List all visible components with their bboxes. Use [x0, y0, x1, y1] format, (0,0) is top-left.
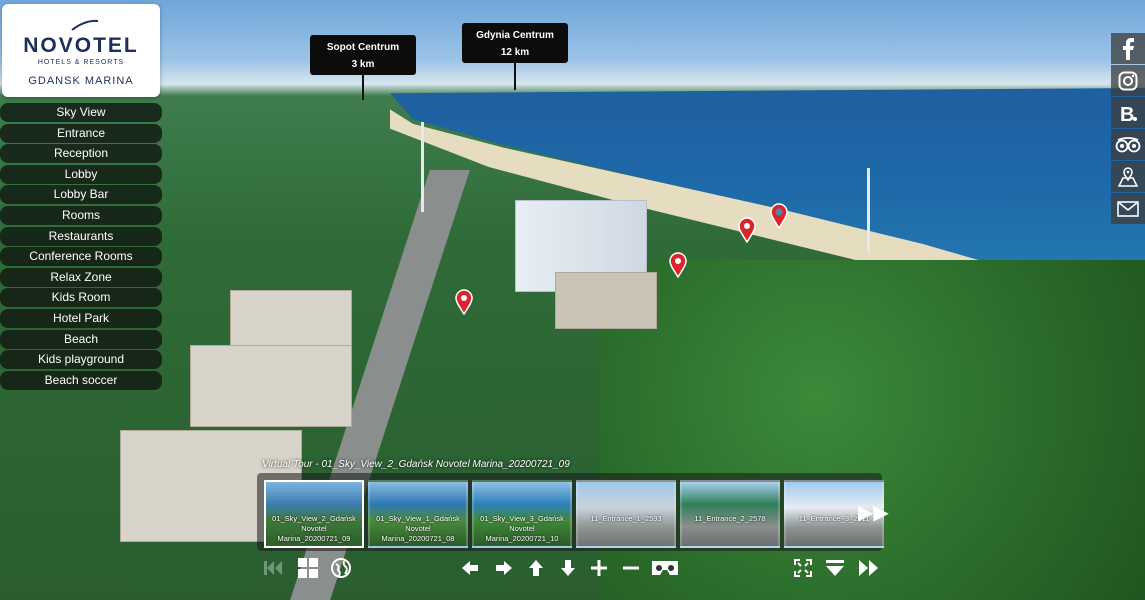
thumbnail-strip: 01_Sky_View_2_Gdańsk Novotel Marina_2020… [257, 473, 884, 551]
zoom-out-icon[interactable] [620, 557, 642, 579]
thumbnails-next-icon[interactable]: ▶▶ [858, 500, 889, 525]
thumbnail[interactable]: 01_Sky_View_3_Gdańsk Novotel Marina_2020… [472, 480, 572, 548]
booking-icon[interactable]: B [1111, 97, 1145, 128]
tag-name: Sopot Centrum [326, 42, 400, 53]
zoom-in-icon[interactable] [588, 557, 610, 579]
svg-text:B: B [1120, 104, 1134, 124]
hotspot-pin-icon[interactable] [770, 203, 788, 229]
menu-item-kids-room[interactable]: Kids Room [0, 288, 162, 308]
next-scene-icon[interactable] [857, 557, 879, 579]
social-links: B [1111, 33, 1145, 225]
globe-icon[interactable] [330, 557, 352, 579]
thumbnail[interactable]: 11_Entrance_1_2593 [576, 480, 676, 548]
menu-item-entrance[interactable]: Entrance [0, 123, 162, 143]
menu-item-relax-zone[interactable]: Relax Zone [0, 267, 162, 287]
thumbnail[interactable]: 01_Sky_View_2_Gdańsk Novotel Marina_2020… [264, 480, 364, 548]
menu-item-restaurants[interactable]: Restaurants [0, 226, 162, 246]
tour-caption: Virtual Tour - 01_Sky_View_2_Gdańsk Novo… [262, 459, 570, 470]
tag-distance: 12 km [500, 47, 530, 58]
light-pole [421, 122, 424, 212]
swoosh-icon [71, 19, 99, 31]
thumbnails-grid-icon[interactable] [297, 557, 319, 579]
facebook-icon[interactable] [1111, 33, 1145, 64]
fullscreen-icon[interactable] [792, 557, 814, 579]
vr-headset-icon[interactable] [650, 557, 680, 579]
menu-item-rooms[interactable]: Rooms [0, 205, 162, 225]
menu-item-hotel-park[interactable]: Hotel Park [0, 308, 162, 328]
menu-item-conference-rooms[interactable]: Conference Rooms [0, 247, 162, 267]
thumbnail-label: 11_Entrance_1_2593 [590, 514, 662, 523]
hotel-logo: NOVOTEL HOTELS & RESORTS GDANSK MARINA [2, 4, 160, 97]
menu-item-beach-soccer[interactable]: Beach soccer [0, 370, 162, 390]
thumbnail-label: 11_Entrance_2_2578 [694, 514, 766, 523]
pan-up-icon[interactable] [525, 557, 547, 579]
apartment-building [190, 345, 352, 427]
light-pole [867, 168, 870, 253]
menu-item-beach[interactable]: Beach [0, 329, 162, 349]
tour-controls [257, 553, 882, 585]
tag-distance: 3 km [351, 59, 375, 70]
pan-right-icon[interactable] [493, 557, 515, 579]
thumbnail[interactable]: 01_Sky_View_1_Gdańsk Novotel Marina_2020… [368, 480, 468, 548]
tag-name: Gdynia Centrum [476, 30, 554, 41]
scene-menu: Sky View Entrance Reception Lobby Lobby … [0, 103, 162, 391]
logo-brand: NOVOTEL [23, 34, 139, 57]
tripadvisor-icon[interactable] [1111, 129, 1145, 160]
menu-item-lobby-bar[interactable]: Lobby Bar [0, 185, 162, 205]
distance-tag-sopot[interactable]: Sopot Centrum 3 km [310, 35, 416, 75]
thumbnail-label: 01_Sky_View_2_Gdańsk Novotel Marina_2020… [272, 514, 356, 543]
first-scene-icon[interactable] [262, 557, 284, 579]
thumbnail-label: 01_Sky_View_3_Gdańsk Novotel Marina_2020… [480, 514, 564, 543]
thumbnail-label: 01_Sky_View_1_Gdańsk Novotel Marina_2020… [376, 514, 460, 543]
hide-controls-icon[interactable] [824, 557, 846, 579]
hotspot-pin-icon[interactable] [455, 289, 473, 315]
pan-left-icon[interactable] [459, 557, 481, 579]
logo-location: GDANSK MARINA [28, 75, 134, 87]
hotel-annex [555, 272, 657, 329]
map-icon[interactable] [1111, 161, 1145, 192]
distance-tag-gdynia[interactable]: Gdynia Centrum 12 km [462, 23, 568, 63]
tag-pointer [362, 75, 364, 100]
tag-pointer [514, 63, 516, 90]
mail-icon[interactable] [1111, 193, 1145, 224]
hotspot-pin-icon[interactable] [669, 252, 687, 278]
menu-item-sky-view[interactable]: Sky View [0, 103, 162, 122]
menu-item-reception[interactable]: Reception [0, 144, 162, 164]
menu-item-lobby[interactable]: Lobby [0, 164, 162, 184]
logo-subtitle: HOTELS & RESORTS [37, 59, 125, 66]
instagram-icon[interactable] [1111, 65, 1145, 96]
pan-down-icon[interactable] [557, 557, 579, 579]
thumbnail[interactable]: 11_Entrance_2_2578 [680, 480, 780, 548]
hotspot-pin-icon[interactable] [738, 217, 756, 243]
menu-item-kids-playground[interactable]: Kids playground [0, 350, 162, 370]
